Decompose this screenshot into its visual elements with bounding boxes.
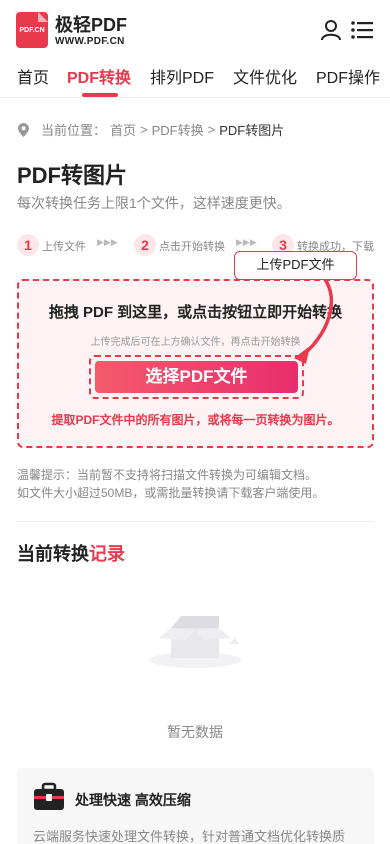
breadcrumb-home[interactable]: 首页 [110, 120, 136, 139]
menu-icon[interactable] [350, 18, 374, 42]
curved-arrow-icon [294, 274, 334, 364]
empty-box-icon [149, 616, 241, 668]
nav-item-home[interactable]: 首页 [17, 64, 49, 88]
page-subtitle: 每次转换任务上限1个文件，这样速度更快。 [17, 195, 291, 211]
nav-item-arrange-pdf[interactable]: 排列PDF [150, 64, 214, 88]
breadcrumb-separator: > [140, 122, 148, 137]
breadcrumb-current: PDF转图片 [219, 123, 285, 138]
records-title-highlight: 记录 [89, 544, 125, 564]
nav-item-file-optimize[interactable]: 文件优化 [233, 64, 297, 88]
feature-title: 处理快速 高效压缩 [75, 792, 191, 808]
records-title: 当前转换记录 [17, 540, 125, 566]
nav-active-indicator [82, 93, 118, 97]
step-arrow-icon: ▶▶▶ [236, 237, 257, 247]
nav-item-pdf-convert[interactable]: PDF转换 [67, 64, 131, 88]
logo-text: PDF.CN [19, 27, 45, 34]
step-label: 上传文件 [42, 241, 86, 253]
breadcrumb-separator: > [207, 122, 216, 137]
breadcrumb-section[interactable]: PDF转换 [152, 120, 204, 139]
dropzone-description: 提取PDF文件中的所有图片，或将每一页转换为图片。 [51, 413, 340, 427]
page-title: PDF转图片 [17, 163, 128, 188]
user-icon[interactable] [319, 18, 343, 42]
breadcrumb-prefix: 当前位置： [41, 123, 107, 138]
upload-tooltip: 上传PDF文件 [234, 251, 357, 280]
step-number: 1 [17, 234, 39, 256]
step-label: 点击开始转换 [159, 241, 225, 253]
logo-fold [38, 12, 48, 22]
feature-description: 云端服务快速处理文件转换，针对普通文档优化转换质 [33, 829, 346, 844]
nav-item-pdf-operations[interactable]: PDF操作 [316, 64, 380, 88]
records-title-main: 当前转换 [17, 544, 89, 564]
tips-text: 温馨提示：当前暂不支持将扫描文件转换为可编辑文档。 如文件大小超过50MB，或需… [17, 466, 324, 502]
section-divider [17, 521, 374, 522]
step-arrow-icon: ▶▶▶ [97, 237, 118, 247]
empty-state-text: 暂无数据 [167, 724, 223, 740]
feature-card: 处理快速 高效压缩 云端服务快速处理文件转换，针对普通文档优化转换质 [17, 768, 374, 844]
brand-name[interactable]: 极轻PDF [55, 11, 127, 37]
brand-url: WWW.PDF.CN [55, 36, 125, 47]
select-pdf-button[interactable]: 选择PDF文件 [95, 361, 298, 393]
breadcrumb: 当前位置： 首页 > PDF转换 > PDF转图片 [18, 120, 284, 139]
tips-line: 温馨提示：当前暂不支持将扫描文件转换为可编辑文档。 [17, 468, 318, 482]
select-button-outline: 选择PDF文件 [89, 355, 304, 399]
app-header: PDF.CN 极轻PDF WWW.PDF.CN [0, 0, 390, 58]
site-logo[interactable]: PDF.CN [16, 12, 48, 48]
step-number: 2 [134, 234, 156, 256]
main-nav: 首页 PDF转换 排列PDF 文件优化 PDF操作 [0, 58, 390, 98]
toolbox-icon [34, 782, 64, 810]
tips-line: 如文件大小超过50MB，或需批量转换请下载客户端使用。 [17, 486, 325, 500]
location-pin-icon [18, 122, 29, 137]
